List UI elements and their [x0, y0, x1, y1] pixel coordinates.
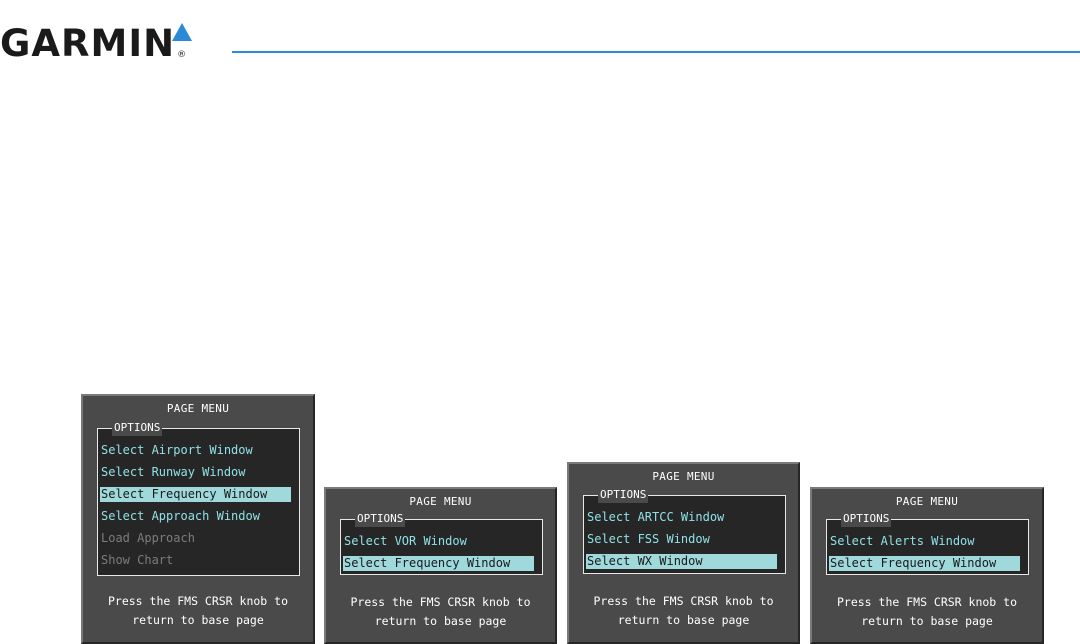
- garmin-logo: GARMIN ®: [0, 22, 192, 65]
- menu-item-select-approach-window[interactable]: Select Approach Window: [100, 509, 291, 524]
- panel-title: PAGE MENU: [652, 470, 715, 483]
- footer-line-2: return to base page: [861, 614, 993, 628]
- options-label: OPTIONS: [841, 511, 892, 527]
- menu-item-select-wx-window[interactable]: Select WX Window: [586, 554, 777, 569]
- footer-instructions: Press the FMS CRSR knob to return to bas…: [569, 592, 798, 630]
- footer-line-2: return to base page: [132, 613, 264, 627]
- registered-mark: ®: [177, 50, 187, 60]
- panel-title: PAGE MENU: [895, 495, 959, 508]
- menu-item-load-approach: Load Approach: [101, 531, 195, 545]
- menu-item-select-artcc-window[interactable]: Select ARTCC Window: [586, 510, 777, 525]
- menu-item-select-fss-window[interactable]: Select FSS Window: [586, 532, 777, 547]
- page-menu-panel-2: PAGE MENU OPTIONS Select VOR Window Sele…: [324, 487, 557, 644]
- footer-line-2: return to base page: [617, 613, 750, 627]
- menu-item-select-airport-window[interactable]: Select Airport Window: [100, 443, 291, 458]
- options-label: OPTIONS: [355, 511, 406, 527]
- footer-instructions: Press the FMS CRSR knob to return to bas…: [83, 592, 313, 630]
- panel-title: PAGE MENU: [166, 402, 230, 415]
- options-box: OPTIONS Select Airport Window Select Run…: [97, 420, 300, 576]
- footer-line-1: Press the FMS CRSR knob to: [836, 595, 1017, 609]
- page-menu-panel-4: PAGE MENU OPTIONS Select Alerts Window S…: [810, 487, 1044, 644]
- footer-line-1: Press the FMS CRSR knob to: [107, 594, 288, 608]
- footer-line-1: Press the FMS CRSR knob to: [350, 595, 531, 609]
- footer-instructions: Press the FMS CRSR knob to return to bas…: [812, 593, 1042, 631]
- menu-item-select-vor-window[interactable]: Select VOR Window: [343, 534, 534, 549]
- logo-triangle-icon: [172, 23, 192, 41]
- options-label: OPTIONS: [598, 487, 649, 503]
- menu-item-show-chart: Show Chart: [101, 553, 174, 567]
- menu-item-select-frequency-window[interactable]: Select Frequency Window: [343, 556, 534, 571]
- page-menu-panel-1: PAGE MENU OPTIONS Select Airport Window …: [81, 394, 315, 644]
- page-menu-panel-3: PAGE MENU OPTIONS Select ARTCC Window Se…: [567, 462, 800, 644]
- options-label: OPTIONS: [112, 420, 163, 436]
- header-divider: [232, 51, 1080, 53]
- options-box: OPTIONS Select Alerts Window Select Freq…: [826, 511, 1029, 575]
- menu-item-select-frequency-window[interactable]: Select Frequency Window: [829, 556, 1020, 571]
- menu-item-select-runway-window[interactable]: Select Runway Window: [100, 465, 291, 480]
- options-box: OPTIONS Select VOR Window Select Frequen…: [340, 511, 543, 575]
- menu-item-select-alerts-window[interactable]: Select Alerts Window: [829, 534, 1020, 549]
- footer-line-2: return to base page: [374, 614, 507, 628]
- panel-title: PAGE MENU: [409, 495, 472, 508]
- logo-text: GARMIN: [0, 22, 176, 65]
- footer-line-1: Press the FMS CRSR knob to: [593, 594, 774, 608]
- options-box: OPTIONS Select ARTCC Window Select FSS W…: [583, 487, 786, 574]
- menu-item-select-frequency-window[interactable]: Select Frequency Window: [100, 487, 291, 502]
- footer-instructions: Press the FMS CRSR knob to return to bas…: [326, 593, 555, 631]
